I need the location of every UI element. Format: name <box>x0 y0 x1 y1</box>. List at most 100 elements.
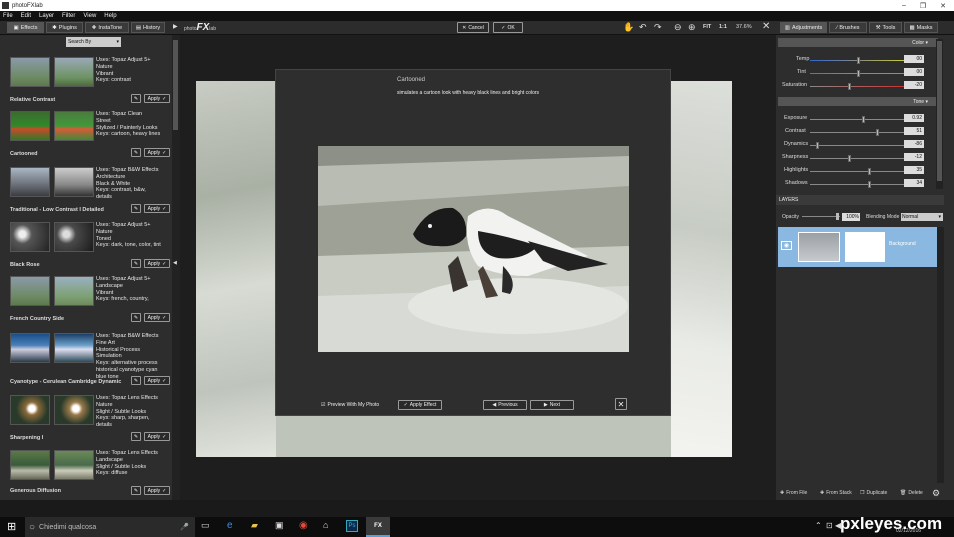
slider-value[interactable]: 00 <box>904 68 924 76</box>
slider-knob[interactable] <box>848 83 851 90</box>
cancel-button[interactable]: ✕ Cancel <box>457 22 489 33</box>
minimize-button[interactable]: – <box>902 2 906 10</box>
opacity-knob[interactable] <box>836 213 839 220</box>
duplicate-button[interactable]: ❐ Duplicate <box>860 490 887 496</box>
edge-browser-icon[interactable]: e <box>227 520 233 531</box>
close-window-button[interactable]: ✕ <box>940 2 946 10</box>
slider-track[interactable] <box>810 171 904 172</box>
apply-button[interactable]: Apply ✓ <box>144 259 170 268</box>
slider-value[interactable]: -86 <box>904 140 924 148</box>
slider-knob[interactable] <box>857 57 860 64</box>
layer-name[interactable]: Background <box>889 241 916 247</box>
slider-knob[interactable] <box>857 70 860 77</box>
slider-track[interactable] <box>810 184 904 185</box>
menu-help[interactable]: Help <box>104 13 116 19</box>
tone-section-header[interactable]: Tone ▾ <box>778 97 938 106</box>
maximize-button[interactable]: ❐ <box>920 2 926 10</box>
apply-effect-button[interactable]: ✓ Apply Effect <box>398 400 442 410</box>
previous-button[interactable]: ◀ Previous <box>483 400 527 410</box>
scrollbar-thumb[interactable] <box>173 40 178 130</box>
slider-knob[interactable] <box>868 181 871 188</box>
apply-button[interactable]: Apply ✓ <box>144 204 170 213</box>
slider-track[interactable] <box>810 145 904 146</box>
favorite-icon[interactable]: ✎ <box>131 94 141 103</box>
tab-tools[interactable]: ⚒ Tools <box>869 22 902 33</box>
slider-exposure[interactable]: Exposure 0.92 <box>780 114 950 123</box>
search-by-dropdown[interactable]: Search By ▾ <box>66 37 121 47</box>
next-button[interactable]: ▶ Next <box>530 400 574 410</box>
opacity-slider[interactable] <box>802 216 840 217</box>
delete-button[interactable]: 🗑 Delete <box>900 490 923 496</box>
slider-value[interactable]: 0.92 <box>904 114 924 122</box>
menu-file[interactable]: File <box>3 13 13 19</box>
favorite-icon[interactable]: ✎ <box>131 148 141 157</box>
fit-button[interactable]: FIT <box>703 24 711 30</box>
tab-history[interactable]: ▤ History <box>131 22 165 33</box>
photoshop-icon[interactable]: Ps <box>346 520 358 532</box>
opacity-value[interactable]: 100% <box>842 213 860 221</box>
slider-value[interactable]: 35 <box>904 166 924 174</box>
ok-button[interactable]: ✓ OK <box>493 22 523 33</box>
slider-shadows[interactable]: Shadows 34 <box>780 179 950 188</box>
slider-track[interactable] <box>810 119 904 120</box>
chrome-icon[interactable]: ◉ <box>299 520 308 531</box>
taskbar-search[interactable]: ○ Chiedimi qualcosa 🎤 <box>25 517 195 537</box>
apply-button[interactable]: Apply ✓ <box>144 432 170 441</box>
photofxlab-taskbar-icon[interactable]: FX <box>366 517 390 537</box>
menu-layer[interactable]: Layer <box>39 13 54 19</box>
slider-knob[interactable] <box>816 142 819 149</box>
slider-saturation[interactable]: Saturation -20 <box>780 81 950 90</box>
zoom-out-icon[interactable]: ⊖ <box>674 22 682 33</box>
tab-masks[interactable]: ▩ Masks <box>904 22 938 33</box>
rotate-left-icon[interactable]: ↶ <box>639 22 647 33</box>
favorite-icon[interactable]: ✎ <box>131 204 141 213</box>
network-icon[interactable]: ⊡ <box>826 521 833 530</box>
tray-chevron-icon[interactable]: ⌃ <box>815 521 822 530</box>
hand-tool-icon[interactable]: ✋ <box>623 22 634 33</box>
slider-knob[interactable] <box>862 116 865 123</box>
slider-knob[interactable] <box>848 155 851 162</box>
apply-button[interactable]: Apply ✓ <box>144 148 170 157</box>
tab-instatone[interactable]: ✚ InstaTone <box>85 22 129 33</box>
slider-dynamics[interactable]: Dynamics -86 <box>780 140 950 149</box>
slider-value[interactable]: 00 <box>904 55 924 63</box>
adjustments-scrollbar[interactable] <box>936 39 943 189</box>
favorite-icon[interactable]: ✎ <box>131 432 141 441</box>
layers-scrollbar[interactable] <box>937 227 944 483</box>
slider-value[interactable]: -20 <box>904 81 924 89</box>
file-explorer-icon[interactable]: ▰ <box>251 520 258 531</box>
slider-track[interactable] <box>810 86 904 87</box>
menu-view[interactable]: View <box>83 13 96 19</box>
favorite-icon[interactable]: ✎ <box>131 376 141 385</box>
actual-size-button[interactable]: 1:1 <box>719 24 727 30</box>
blending-mode-dropdown[interactable]: Normal ▾ <box>901 213 943 221</box>
layer-row-background[interactable]: ◉ Background <box>778 227 937 267</box>
favorite-icon[interactable]: ✎ <box>131 259 141 268</box>
favorite-icon[interactable]: ✎ <box>131 486 141 495</box>
slider-value[interactable]: 34 <box>904 179 924 187</box>
apply-button[interactable]: Apply ✓ <box>144 313 170 322</box>
apply-button[interactable]: Apply ✓ <box>144 486 170 495</box>
close-dialog-button[interactable]: ✕ <box>615 398 627 410</box>
menu-filter[interactable]: Filter <box>62 13 75 19</box>
settings-gear-icon[interactable]: ⚙ <box>932 488 940 499</box>
favorite-icon[interactable]: ✎ <box>131 313 141 322</box>
collapse-arrow-icon[interactable]: ▶ <box>173 23 178 30</box>
slider-track[interactable] <box>810 158 904 159</box>
slider-temp[interactable]: Temp 00 <box>780 55 950 64</box>
tab-plugins[interactable]: ✱ Plugins <box>46 22 83 33</box>
slider-highlights[interactable]: Highlights 35 <box>780 166 950 175</box>
rotate-right-icon[interactable]: ↷ <box>654 22 662 33</box>
windows-start-icon[interactable]: ⊞ <box>7 520 16 533</box>
menu-edit[interactable]: Edit <box>21 13 31 19</box>
tab-adjustments[interactable]: ▥ Adjustments <box>780 22 827 33</box>
close-image-icon[interactable]: ✕ <box>762 21 770 32</box>
store-icon[interactable]: ▣ <box>275 520 284 531</box>
slider-tint[interactable]: Tint 00 <box>780 68 950 77</box>
effects-scrollbar[interactable]: ◀ <box>172 35 180 500</box>
apply-button[interactable]: Apply ✓ <box>144 376 170 385</box>
slider-value[interactable]: 51 <box>904 127 924 135</box>
slider-knob[interactable] <box>876 129 879 136</box>
home-icon[interactable]: ⌂ <box>323 520 328 530</box>
color-section-header[interactable]: Color ▾ <box>778 38 938 47</box>
